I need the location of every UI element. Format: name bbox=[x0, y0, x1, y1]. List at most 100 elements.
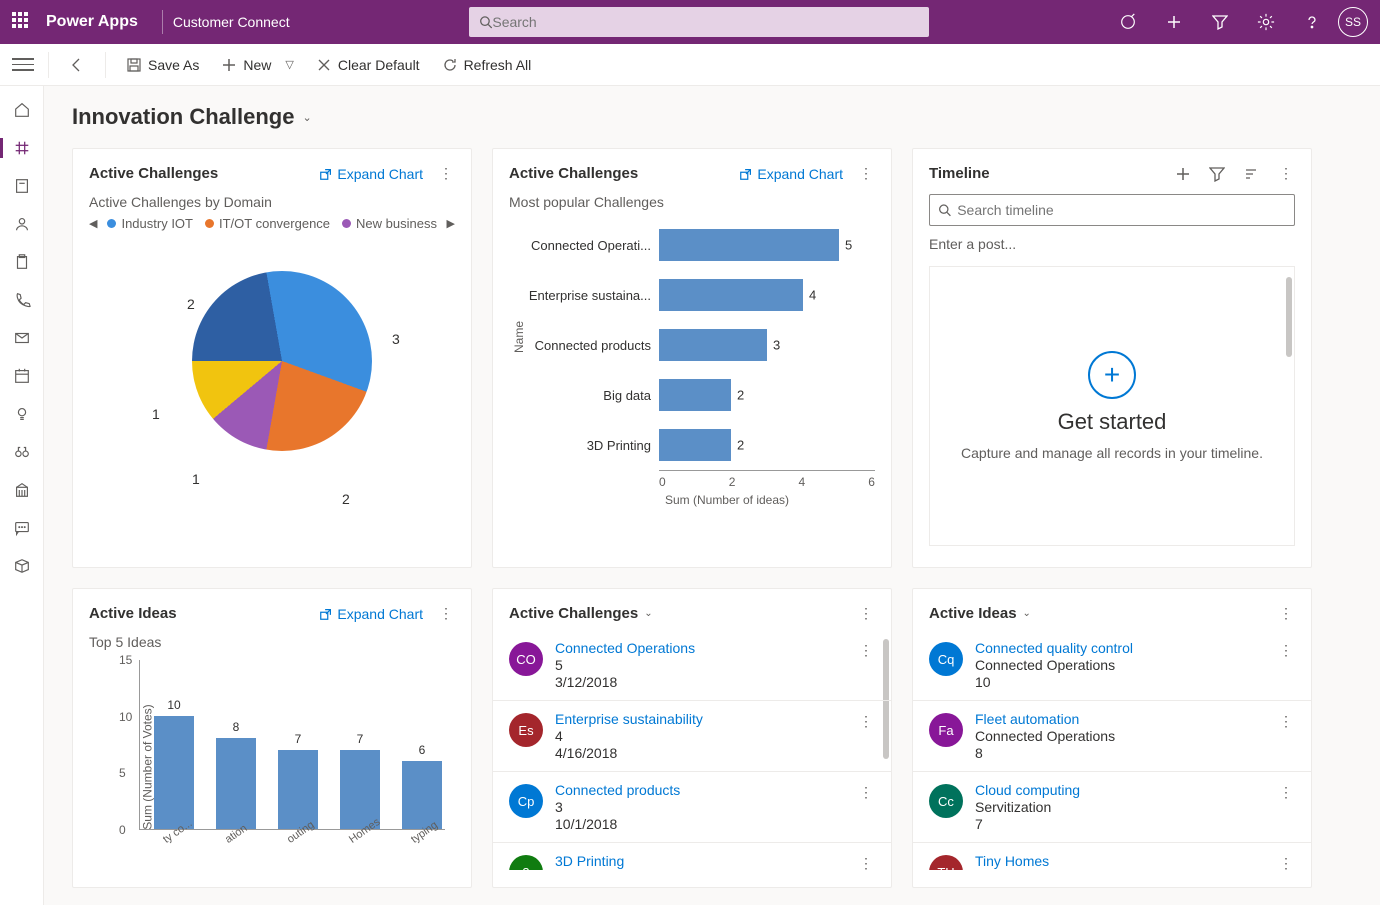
back-button[interactable] bbox=[63, 53, 91, 77]
row-title[interactable]: 3D Printing bbox=[555, 853, 845, 869]
row-title[interactable]: Cloud computing bbox=[975, 782, 1265, 798]
hbar-fill bbox=[659, 429, 731, 461]
list-item[interactable]: Cp Connected products 3 10/1/2018 ⋮ bbox=[493, 772, 891, 843]
legend-item[interactable]: IT/OT convergence bbox=[205, 216, 330, 231]
rail-mail-icon[interactable] bbox=[0, 320, 44, 356]
row-title[interactable]: Tiny Homes bbox=[975, 853, 1265, 869]
list-item[interactable]: Fa Fleet automation Connected Operations… bbox=[913, 701, 1311, 772]
row-more-button[interactable]: ⋮ bbox=[1277, 711, 1295, 732]
rail-document-icon[interactable] bbox=[0, 168, 44, 204]
list-item[interactable]: 3 3D Printing 2 ⋮ bbox=[493, 843, 891, 870]
row-more-button[interactable]: ⋮ bbox=[857, 640, 875, 661]
filter-icon[interactable] bbox=[1200, 0, 1240, 44]
rail-clipboard-icon[interactable] bbox=[0, 244, 44, 280]
rail-home-icon[interactable] bbox=[0, 92, 44, 128]
global-search[interactable] bbox=[469, 7, 929, 37]
settings-icon[interactable] bbox=[1246, 0, 1286, 44]
card-title: Active Challenges bbox=[509, 165, 638, 182]
rail-idea-icon[interactable] bbox=[0, 396, 44, 432]
page-title-row[interactable]: Innovation Challenge ⌄ bbox=[72, 104, 1358, 130]
card-active-challenges-pie: Active Challenges Expand Chart ⋮ Active … bbox=[72, 148, 472, 568]
rail-phone-icon[interactable] bbox=[0, 282, 44, 318]
global-search-input[interactable] bbox=[492, 14, 918, 30]
nav-toggle-button[interactable] bbox=[12, 54, 34, 76]
save-as-button[interactable]: Save As bbox=[120, 53, 205, 77]
timeline-search[interactable] bbox=[929, 194, 1295, 226]
legend-prev-icon[interactable]: ◀ bbox=[89, 217, 97, 230]
scrollbar[interactable] bbox=[1286, 277, 1292, 357]
hbar-value: 2 bbox=[737, 388, 744, 403]
page-title: Innovation Challenge bbox=[72, 104, 294, 130]
row-more-button[interactable]: ⋮ bbox=[857, 853, 875, 870]
legend-label: Industry IOT bbox=[121, 216, 193, 231]
card-title: Active Ideas bbox=[929, 605, 1017, 622]
card-timeline: Timeline ⋮ Enter a post... + Get started bbox=[912, 148, 1312, 568]
more-button[interactable]: ⋮ bbox=[437, 603, 455, 624]
hbar-row: Big data 2 bbox=[509, 370, 875, 420]
list-item[interactable]: Es Enterprise sustainability 4 4/16/2018… bbox=[493, 701, 891, 772]
app-launcher-icon[interactable] bbox=[12, 12, 32, 32]
help-icon[interactable] bbox=[1292, 0, 1332, 44]
more-button[interactable]: ⋮ bbox=[857, 603, 875, 624]
refresh-all-button[interactable]: Refresh All bbox=[436, 53, 538, 77]
row-more-button[interactable]: ⋮ bbox=[857, 711, 875, 732]
list-item[interactable]: TH Tiny Homes 3D Printing ⋮ bbox=[913, 843, 1311, 870]
timeline-post-input[interactable]: Enter a post... bbox=[929, 236, 1295, 252]
rail-binoculars-icon[interactable] bbox=[0, 434, 44, 470]
more-button[interactable]: ⋮ bbox=[857, 163, 875, 184]
divider bbox=[105, 52, 106, 78]
card-title-dropdown[interactable]: Active Challenges ⌄ bbox=[509, 605, 653, 622]
left-nav-rail bbox=[0, 86, 44, 905]
user-avatar[interactable]: SS bbox=[1338, 7, 1368, 37]
timeline-search-input[interactable] bbox=[957, 202, 1286, 218]
rail-dashboard-icon[interactable] bbox=[0, 130, 44, 166]
expand-chart-button[interactable]: Expand Chart bbox=[739, 166, 843, 182]
hbar-value: 3 bbox=[773, 338, 780, 353]
filter-icon[interactable] bbox=[1209, 166, 1225, 182]
expand-chart-button[interactable]: Expand Chart bbox=[319, 166, 423, 182]
legend-label: New business m bbox=[356, 216, 436, 231]
new-button[interactable]: New ▽ bbox=[215, 53, 299, 77]
pie-slice-label: 2 bbox=[187, 296, 195, 312]
rail-chat-icon[interactable] bbox=[0, 510, 44, 546]
sort-icon[interactable] bbox=[1243, 166, 1259, 182]
axis-tick: 15 bbox=[119, 653, 132, 667]
divider bbox=[162, 10, 163, 34]
vbar-value: 7 bbox=[295, 732, 302, 746]
row-title[interactable]: Fleet automation bbox=[975, 711, 1265, 727]
row-content: 3D Printing 2 bbox=[555, 853, 845, 870]
expand-label: Expand Chart bbox=[757, 166, 843, 182]
list-item[interactable]: Cc Cloud computing Servitization 7 ⋮ bbox=[913, 772, 1311, 843]
axis-tick: 6 bbox=[868, 475, 875, 489]
expand-chart-button[interactable]: Expand Chart bbox=[319, 606, 423, 622]
row-more-button[interactable]: ⋮ bbox=[1277, 853, 1295, 870]
card-active-challenges-bar: Active Challenges Expand Chart ⋮ Most po… bbox=[492, 148, 892, 568]
row-more-button[interactable]: ⋮ bbox=[1277, 782, 1295, 803]
rail-package-icon[interactable] bbox=[0, 548, 44, 584]
row-more-button[interactable]: ⋮ bbox=[1277, 640, 1295, 661]
row-title[interactable]: Connected quality control bbox=[975, 640, 1265, 656]
hbar-category: 3D Printing bbox=[509, 438, 659, 453]
more-button[interactable]: ⋮ bbox=[1277, 163, 1295, 184]
list-item[interactable]: CO Connected Operations 5 3/12/2018 ⋮ bbox=[493, 630, 891, 701]
legend-item[interactable]: Industry IOT bbox=[107, 216, 193, 231]
row-title[interactable]: Enterprise sustainability bbox=[555, 711, 845, 727]
rail-building-icon[interactable] bbox=[0, 472, 44, 508]
card-title-dropdown[interactable]: Active Ideas ⌄ bbox=[929, 605, 1031, 622]
more-button[interactable]: ⋮ bbox=[1277, 603, 1295, 624]
rail-contact-icon[interactable] bbox=[0, 206, 44, 242]
add-icon[interactable] bbox=[1175, 166, 1191, 182]
clear-default-button[interactable]: Clear Default bbox=[310, 53, 426, 77]
legend-item[interactable]: New business m bbox=[342, 216, 436, 231]
row-title[interactable]: Connected products bbox=[555, 782, 845, 798]
add-icon[interactable] bbox=[1154, 0, 1194, 44]
chevron-down-icon: ⌄ bbox=[302, 111, 311, 124]
row-title[interactable]: Connected Operations bbox=[555, 640, 845, 656]
target-icon[interactable] bbox=[1108, 0, 1148, 44]
rail-calendar-icon[interactable] bbox=[0, 358, 44, 394]
row-content: Connected products 3 10/1/2018 bbox=[555, 782, 845, 832]
more-button[interactable]: ⋮ bbox=[437, 163, 455, 184]
list-item[interactable]: Cq Connected quality control Connected O… bbox=[913, 630, 1311, 701]
legend-next-icon[interactable]: ▶ bbox=[447, 217, 455, 230]
row-more-button[interactable]: ⋮ bbox=[857, 782, 875, 803]
